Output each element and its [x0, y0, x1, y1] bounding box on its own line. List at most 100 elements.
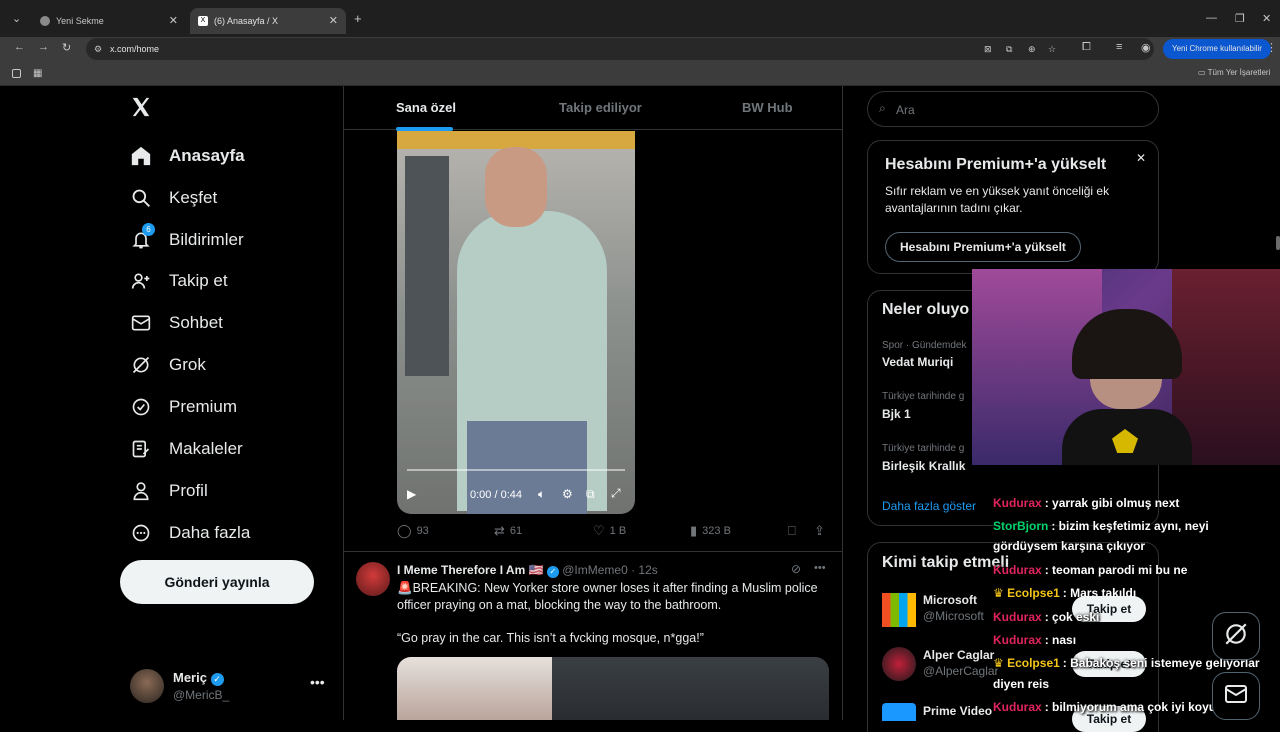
media-icon[interactable]: ≡: [1116, 41, 1122, 53]
prime-video-avatar[interactable]: [882, 703, 916, 721]
chat-message: : bizim keşfetimiz aynı, neyi: [1051, 519, 1209, 533]
sidebar-item-label: Keşfet: [169, 188, 218, 207]
bookmark-button[interactable]: ⎕: [788, 523, 801, 539]
sidebar-item-profile[interactable]: Profil: [130, 471, 208, 511]
crown-icon: ♛: [993, 586, 1008, 600]
sidebar-item-more[interactable]: Daha fazla: [130, 513, 250, 553]
sidebar-item-chat[interactable]: Sohbet: [130, 303, 223, 343]
trend-category: Türkiye tarihinde g: [882, 391, 965, 402]
post-button[interactable]: Gönderi yayınla: [120, 560, 314, 604]
sidebar-item-articles[interactable]: Makaleler: [130, 429, 243, 469]
trends-title: Neler oluyo: [882, 301, 970, 318]
site-info-icon[interactable]: ⚙: [94, 38, 102, 60]
chat-line: Kudurax: teoman parodi mi bu ne: [993, 563, 1187, 577]
settings-icon[interactable]: ⚙: [562, 487, 573, 501]
sidebar-item-home[interactable]: Anasayfa: [130, 136, 245, 176]
close-icon[interactable]: ✕: [1136, 151, 1146, 165]
post-author[interactable]: I Meme Therefore I Am 🇺🇸: [397, 563, 544, 577]
show-more-link[interactable]: Daha fazla göster: [882, 499, 976, 513]
profile-icon: [130, 480, 152, 502]
reply-button[interactable]: ◯ 93: [397, 523, 429, 539]
sidebar-item-notifications[interactable]: 6 Bildirimler: [130, 220, 244, 260]
extensions-icon[interactable]: ⧠: [1082, 41, 1091, 54]
minimize-icon[interactable]: —: [1206, 12, 1217, 24]
post-avatar[interactable]: [356, 562, 390, 596]
chat-user: Kudurax: [993, 700, 1042, 714]
sidebar-item-follow[interactable]: Takip et: [130, 261, 228, 301]
bookmark-star-icon[interactable]: ☆: [1048, 38, 1056, 60]
views-button[interactable]: ▮ 323 B: [690, 523, 731, 539]
apps-grid-icon[interactable]: ▦: [33, 68, 42, 79]
alper-avatar[interactable]: [882, 647, 916, 681]
repost-button[interactable]: ⇄ 61: [494, 523, 522, 539]
like-button[interactable]: ♡ 1 B: [593, 523, 626, 539]
more-options-icon[interactable]: •••: [310, 674, 325, 690]
follow-icon: [130, 270, 152, 292]
tab-for-you[interactable]: Sana özel: [396, 100, 456, 115]
grok-float-button[interactable]: [1212, 612, 1260, 660]
close-tab-icon[interactable]: ✕: [169, 14, 178, 27]
microsoft-avatar[interactable]: [882, 593, 916, 627]
tab-following[interactable]: Takip ediliyor: [559, 100, 642, 115]
page-scrollbar[interactable]: [1276, 236, 1280, 250]
account-switcher[interactable]: Meriç ✓ @MericB_ •••: [128, 666, 328, 708]
reload-icon[interactable]: ↻: [62, 41, 71, 54]
maximize-icon[interactable]: ❐: [1235, 12, 1245, 25]
tab-bw-hub[interactable]: BW Hub: [742, 100, 793, 115]
all-bookmarks-button[interactable]: ▭ Tüm Yer İşaretleri: [1198, 68, 1270, 77]
premium-title: Hesabını Premium+'a yükselt: [885, 156, 1107, 173]
search-icon: ⌕: [879, 101, 886, 115]
reply-icon: ◯: [397, 523, 412, 538]
update-chrome-button[interactable]: Yeni Chrome kullanılabilir: [1163, 39, 1271, 59]
tab-search-icon[interactable]: ⌄: [12, 12, 21, 25]
sidebar-item-explore[interactable]: Keşfet: [130, 178, 217, 218]
chat-line: gördüysem karşına çıkıyor: [993, 539, 1145, 553]
premium-upgrade-button[interactable]: Hesabını Premium+'a yükselt: [885, 232, 1081, 262]
tab-x-home[interactable]: X (6) Anasayfa / X ✕: [190, 8, 346, 34]
account-name[interactable]: Prime Video: [923, 704, 992, 718]
new-tab-icon[interactable]: +: [354, 11, 362, 26]
trend-category: Türkiye tarihinde g: [882, 443, 965, 454]
heart-icon: ♡: [593, 523, 605, 538]
play-icon[interactable]: ▶: [407, 487, 416, 501]
messages-float-button[interactable]: [1212, 672, 1260, 720]
profile-avatar-icon[interactable]: ◉: [1141, 41, 1151, 54]
post-more-icon[interactable]: •••: [814, 562, 826, 574]
chat-message: : çok eski: [1044, 610, 1100, 624]
x-logo-icon[interactable]: [130, 96, 154, 124]
trend-item[interactable]: Birleşik Krallık: [882, 459, 965, 473]
forward-icon[interactable]: →: [38, 41, 49, 53]
camera-blocked-icon[interactable]: ⊠: [984, 38, 992, 60]
search-input[interactable]: ⌕ Ara: [867, 91, 1159, 127]
back-icon[interactable]: ←: [14, 41, 25, 53]
browser-toolbar: ← → ↻ ⚙ x.com/home ⊠ ⧉ ⊕ ☆ ⧠ ≡ ◉ Yeni Ch…: [0, 37, 1280, 61]
post-text: 🚨BREAKING: New Yorker store owner loses …: [397, 581, 818, 612]
post-handle[interactable]: @ImMeme0: [562, 563, 628, 577]
video-progress-bar[interactable]: [407, 469, 625, 471]
close-window-icon[interactable]: ✕: [1262, 12, 1271, 25]
post-media[interactable]: [397, 657, 829, 720]
account-name[interactable]: Microsoft: [923, 593, 977, 607]
post-time[interactable]: · 12s: [631, 563, 658, 577]
address-bar[interactable]: ⚙ x.com/home ⊠ ⧉ ⊕ ☆: [86, 38, 1154, 60]
video-player[interactable]: ▶ 0:00 / 0:44 🔈︎ ⚙ ⧉ ⤢: [397, 131, 635, 514]
video-time: 0:00 / 0:44: [470, 489, 522, 501]
grok-explain-icon[interactable]: ⊘: [791, 562, 801, 576]
chat-line: diyen reis: [993, 677, 1049, 691]
fullscreen-icon[interactable]: ⤢: [611, 486, 621, 501]
cast-icon[interactable]: ⧉: [1006, 38, 1012, 60]
close-tab-icon[interactable]: ✕: [329, 14, 338, 27]
share-button[interactable]: ⇪: [814, 523, 830, 539]
kebab-menu-icon[interactable]: ⋮: [1266, 41, 1277, 54]
sidebar-item-grok[interactable]: Grok: [130, 345, 206, 385]
sidebar-item-premium[interactable]: Premium: [130, 387, 237, 427]
trend-item[interactable]: Vedat Muriqi: [882, 355, 953, 369]
chat-user: Kudurax: [993, 563, 1042, 577]
sidepanel-icon[interactable]: [12, 69, 21, 78]
zoom-icon[interactable]: ⊕: [1028, 38, 1036, 60]
tab-new-tab[interactable]: Yeni Sekme ✕: [32, 8, 186, 34]
account-name[interactable]: Alper Caglar: [923, 648, 994, 662]
volume-icon[interactable]: 🔈︎: [538, 487, 545, 502]
pip-icon[interactable]: ⧉: [586, 487, 595, 502]
trend-item[interactable]: Bjk 1: [882, 407, 911, 421]
